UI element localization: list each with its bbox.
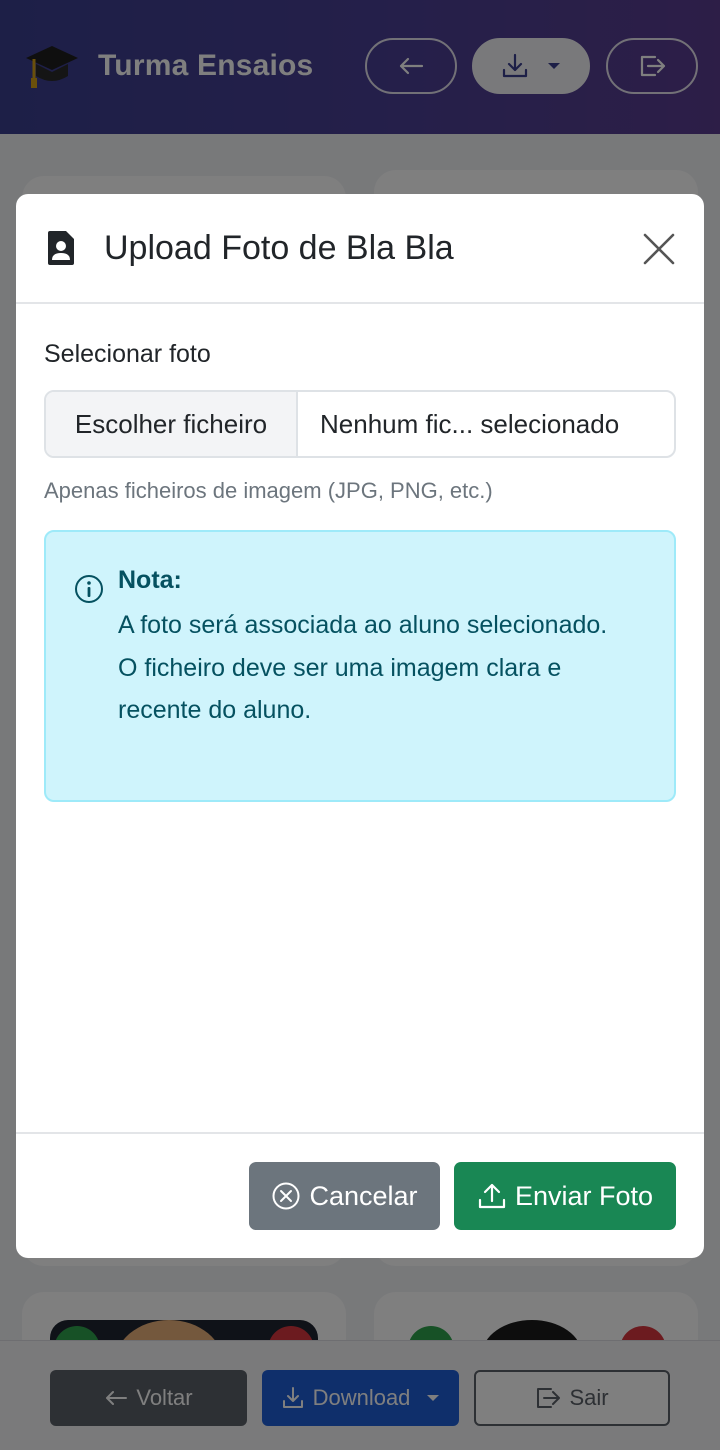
submit-photo-button[interactable]: Enviar Foto <box>454 1162 676 1230</box>
note-line: O ficheiro deve ser uma imagem clara e r… <box>118 653 562 725</box>
upload-photo-modal: Upload Foto de Bla Bla Selecionar foto E… <box>16 194 704 1258</box>
note-text: A foto será associada ao aluno seleciona… <box>118 604 648 732</box>
file-input[interactable]: Escolher ficheiro Nenhum fic... selecion… <box>44 390 676 458</box>
person-badge-icon <box>48 231 74 265</box>
note-line: A foto será associada ao aluno seleciona… <box>118 611 608 639</box>
info-icon <box>75 575 103 603</box>
modal-body: Selecionar foto Escolher ficheiro Nenhum… <box>16 304 704 1132</box>
modal-footer: Cancelar Enviar Foto <box>16 1132 704 1258</box>
select-photo-label: Selecionar foto <box>44 340 211 368</box>
cancel-label: Cancelar <box>309 1180 418 1211</box>
note-title: Nota: <box>118 566 182 594</box>
submit-label: Enviar Foto <box>514 1180 654 1211</box>
info-alert: Nota: A foto será associada ao aluno sel… <box>44 530 676 802</box>
close-icon[interactable] <box>640 230 678 268</box>
x-circle-icon <box>272 1182 300 1210</box>
file-help-text: Apenas ficheiros de imagem (JPG, PNG, et… <box>44 478 493 503</box>
file-status: Nenhum fic... selecionado <box>320 408 620 439</box>
modal-title: Upload Foto de Bla Bla <box>104 228 454 267</box>
modal-header: Upload Foto de Bla Bla <box>16 194 704 304</box>
cancel-button[interactable]: Cancelar <box>249 1162 440 1230</box>
upload-icon <box>478 1183 506 1209</box>
choose-file-button[interactable]: Escolher ficheiro <box>46 392 298 456</box>
